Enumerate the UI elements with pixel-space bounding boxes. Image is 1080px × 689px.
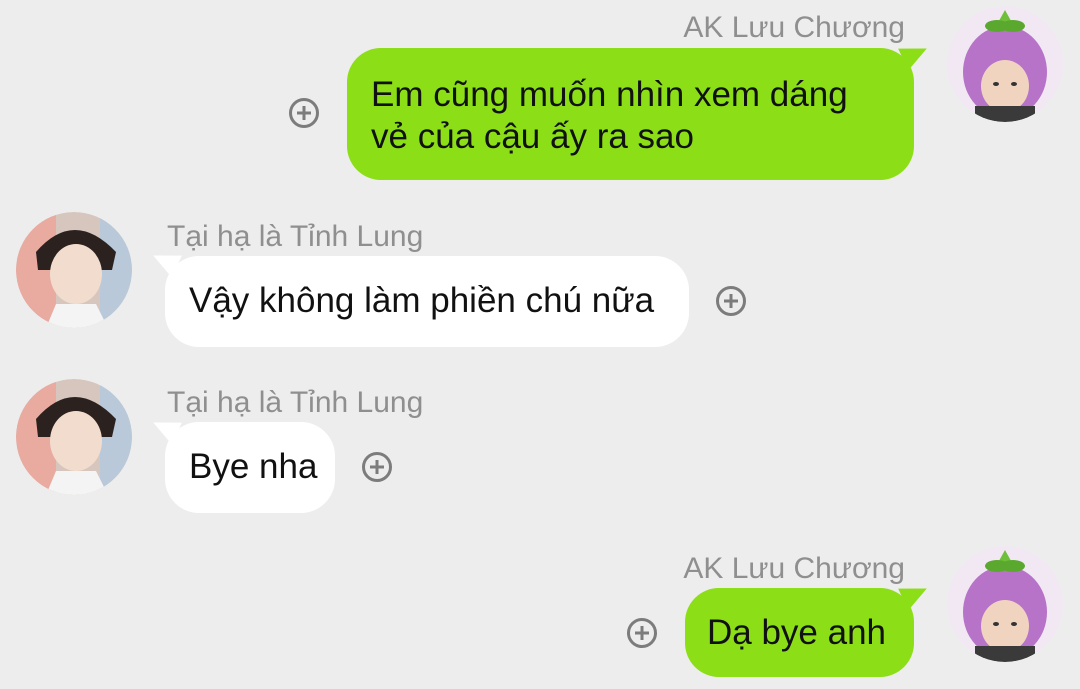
plus-circle-icon[interactable] [716,286,746,316]
sender-name: AK Lưu Chương [683,11,905,44]
incoming-message-bubble[interactable]: Vậy không làm phiền chú nữa [165,256,689,347]
message-text-line: Vậy không làm phiền chú nữa [189,281,655,320]
sender-name: AK Lưu Chương [683,552,905,585]
plus-circle-icon[interactable] [627,618,657,648]
outgoing-message-bubble[interactable]: Em cũng muốn nhìn xem dáng vẻ của cậu ấy… [347,48,914,180]
plus-circle-icon[interactable] [362,452,392,482]
boy-photo-avatar-icon[interactable] [16,379,132,495]
message-text-line: vẻ của cậu ấy ra sao [371,117,694,156]
message-text-line: Dạ bye anh [707,613,887,652]
message-text-line: Bye nha [189,447,318,486]
eggplant-hat-avatar-icon[interactable] [947,546,1063,662]
incoming-message-bubble[interactable]: Bye nha [165,422,335,513]
sender-name: Tại hạ là Tỉnh Lung [167,386,424,419]
plus-circle-icon[interactable] [289,98,319,128]
outgoing-message-bubble[interactable]: Dạ bye anh [685,588,914,677]
eggplant-hat-avatar-icon[interactable] [947,6,1063,122]
sender-name: Tại hạ là Tỉnh Lung [167,220,424,253]
message-text-line: Em cũng muốn nhìn xem dáng [371,75,848,114]
boy-photo-avatar-icon[interactable] [16,212,132,328]
